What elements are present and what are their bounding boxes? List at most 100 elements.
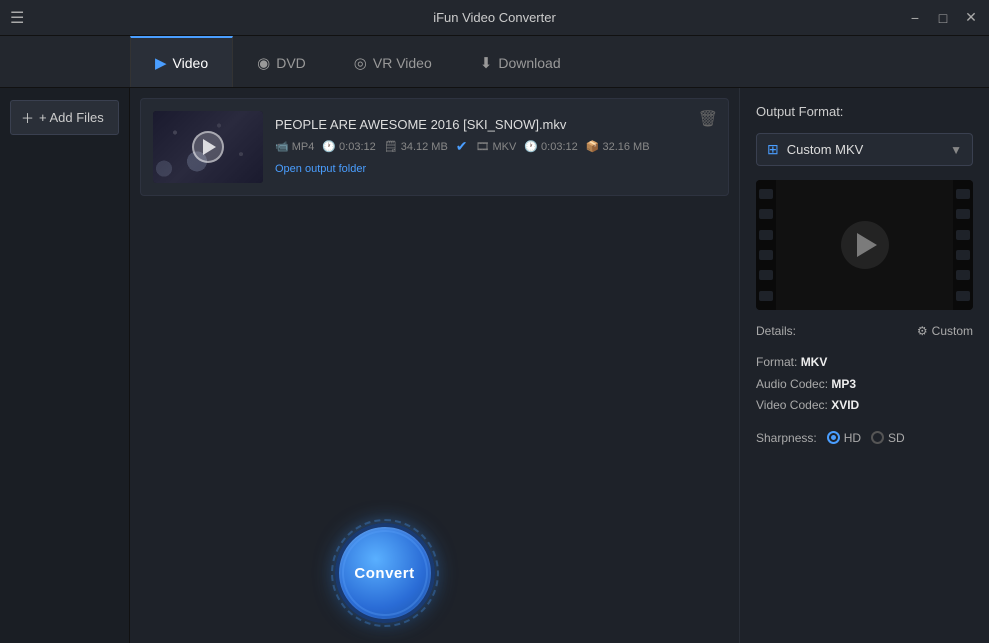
film-hole [759, 189, 773, 199]
hd-radio-item[interactable]: HD [827, 431, 861, 445]
film-hole [759, 230, 773, 240]
audio-codec-label: Audio Codec: [756, 377, 828, 391]
add-files-icon: ＋ [21, 108, 34, 127]
download-tab-icon: ⬇ [480, 54, 493, 72]
output-format-label: Output Format: [756, 104, 973, 119]
vr-tab-icon: ◎ [354, 54, 367, 72]
tab-dvd[interactable]: ◉ DVD [233, 36, 330, 87]
window-controls: − □ ✕ [907, 10, 979, 26]
convert-label: Convert [354, 565, 414, 582]
video-preview [756, 180, 973, 310]
output-duration-item: 🕐 0:03:12 [524, 140, 577, 153]
tab-video-label: Video [173, 55, 209, 71]
film-hole [956, 189, 970, 199]
selected-format-text: Custom MKV [787, 142, 942, 157]
video-tab-icon: ▶ [155, 54, 167, 72]
sd-label: SD [888, 431, 905, 445]
hd-radio-dot [831, 435, 836, 440]
preview-play-icon [857, 233, 877, 257]
convert-button[interactable]: Convert [335, 523, 435, 623]
sidebar: ＋ + Add Files [0, 88, 130, 643]
play-icon [203, 139, 216, 155]
file-list: PEOPLE ARE AWESOME 2016 [SKI_SNOW].mkv 📹… [130, 88, 739, 206]
film-strip-right [953, 180, 973, 310]
output-size: 32.16 MB [602, 141, 649, 153]
film-hole [759, 209, 773, 219]
open-folder-link[interactable]: Open output folder [275, 159, 716, 177]
custom-label: Custom [932, 324, 973, 338]
tab-download[interactable]: ⬇ Download [456, 36, 585, 87]
hd-radio-button[interactable] [827, 431, 840, 444]
format-details: Format: MKV Audio Codec: MP3 Video Codec… [756, 352, 973, 417]
format-selector-dropdown[interactable]: ⊞ Custom MKV ▼ [756, 133, 973, 166]
maximize-button[interactable]: □ [935, 10, 951, 26]
add-files-button[interactable]: ＋ + Add Files [10, 100, 119, 135]
file-icon: 🗒 [384, 140, 398, 153]
video-codec-row: Video Codec: XVID [756, 395, 973, 417]
title-bar-left: ☰ [10, 8, 24, 28]
delete-button[interactable]: 🗑 [698, 109, 718, 129]
file-info: PEOPLE ARE AWESOME 2016 [SKI_SNOW].mkv 📹… [275, 117, 716, 177]
film-hole [759, 291, 773, 301]
film-hole [956, 230, 970, 240]
video-codec-value: XVID [831, 398, 859, 412]
audio-codec-row: Audio Codec: MP3 [756, 374, 973, 396]
film-hole [956, 250, 970, 260]
dvd-tab-icon: ◉ [257, 54, 270, 72]
thumbnail-play-button[interactable] [192, 131, 224, 163]
file-thumbnail [153, 111, 263, 183]
source-size: 34.12 MB [401, 141, 448, 153]
sharpness-label: Sharpness: [756, 431, 817, 445]
film-hole [759, 250, 773, 260]
sharpness-row: Sharpness: HD SD [756, 431, 973, 445]
tab-bar: ▶ Video ◉ DVD ◎ VR Video ⬇ Download [0, 36, 989, 88]
right-panel: Output Format: ⊞ Custom MKV ▼ Details: [739, 88, 989, 643]
output-size-item: 📦 32.16 MB [586, 140, 650, 153]
minimize-button[interactable]: − [907, 10, 923, 26]
video-codec-label: Video Codec: [756, 398, 828, 412]
audio-codec-value: MP3 [831, 377, 856, 391]
source-format: MP4 [292, 141, 315, 153]
source-duration-item: 🕐 0:03:12 [322, 140, 375, 153]
format-grid-icon: ⊞ [767, 141, 779, 158]
sd-radio-item[interactable]: SD [871, 431, 905, 445]
details-label: Details: [756, 324, 796, 338]
output-icon: 🎞 [476, 140, 490, 153]
details-row: Details: ⚙ Custom [756, 324, 973, 338]
camera-icon: 📹 [275, 140, 289, 153]
output-format: MKV [493, 141, 517, 153]
tab-video[interactable]: ▶ Video [130, 36, 233, 87]
tab-vr-video[interactable]: ◎ VR Video [330, 36, 456, 87]
tab-vr-label: VR Video [373, 55, 432, 71]
output-duration: 0:03:12 [541, 141, 578, 153]
gear-icon: ⚙ [917, 324, 928, 338]
checkmark-icon: ✔ [456, 138, 468, 155]
sd-radio-button[interactable] [871, 431, 884, 444]
menu-icon[interactable]: ☰ [10, 8, 24, 28]
output-format-item: 🎞 MKV [476, 140, 517, 153]
source-format-item: 📹 MP4 [275, 140, 314, 153]
title-bar: ☰ iFun Video Converter − □ ✕ [0, 0, 989, 36]
clock-icon: 🕐 [322, 140, 336, 153]
output-clock-icon: 🕐 [524, 140, 538, 153]
file-meta-source: 📹 MP4 🕐 0:03:12 🗒 34.12 MB ✔ 🎞 MKV [275, 138, 716, 155]
open-output-folder[interactable]: Open output folder [275, 163, 366, 175]
output-file-icon: 📦 [586, 140, 600, 153]
chevron-down-icon: ▼ [950, 143, 962, 157]
hd-label: HD [844, 431, 861, 445]
format-value: MKV [801, 355, 828, 369]
source-duration: 0:03:12 [339, 141, 376, 153]
tab-dvd-label: DVD [276, 55, 306, 71]
film-hole [956, 209, 970, 219]
film-hole [956, 270, 970, 280]
table-row: PEOPLE ARE AWESOME 2016 [SKI_SNOW].mkv 📹… [140, 98, 729, 196]
close-button[interactable]: ✕ [963, 10, 979, 26]
custom-button[interactable]: ⚙ Custom [917, 324, 973, 338]
sharpness-radio-group: HD SD [827, 431, 905, 445]
preview-play-button[interactable] [841, 221, 889, 269]
tab-download-label: Download [498, 55, 560, 71]
format-label: Format: [756, 355, 797, 369]
source-size-item: 🗒 34.12 MB [384, 140, 448, 153]
film-strip-left [756, 180, 776, 310]
file-name: PEOPLE ARE AWESOME 2016 [SKI_SNOW].mkv [275, 117, 716, 132]
